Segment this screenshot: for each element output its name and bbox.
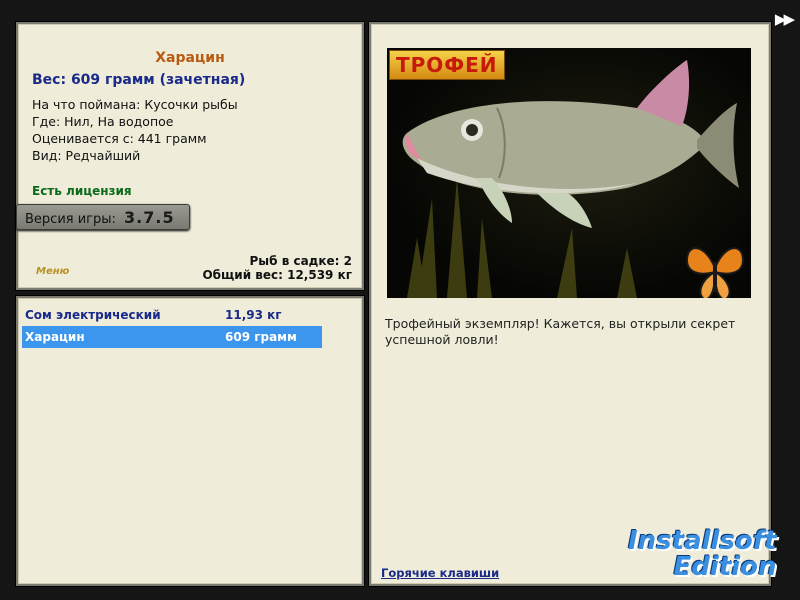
list-item[interactable]: Сом электрический 11,93 кг (22, 304, 322, 326)
hotkeys-link[interactable]: Горячие клавиши (381, 566, 499, 580)
catch-description: Трофейный экземпляр! Кажется, вы открыли… (385, 316, 736, 347)
fish-weight: Вес: 609 грамм (зачетная) (32, 72, 246, 88)
plant-decoration (407, 178, 637, 298)
catch-list: Сом электрический 11,93 кг Харацин 609 г… (22, 304, 322, 348)
fish-illustration (402, 60, 745, 298)
catch-list-panel: Сом электрический 11,93 кг Харацин 609 г… (16, 296, 364, 586)
kind-line: Вид: Редчайший (32, 148, 141, 163)
total-weight: Общий вес: 12,539 кг (202, 268, 352, 282)
version-value: 3.7.5 (124, 208, 175, 227)
license-status: Есть лицензия (32, 184, 132, 198)
version-badge: Версия игры: 3.7.5 (16, 204, 190, 230)
catch-name: Харацин (25, 330, 85, 344)
fish-photo: ТРОФЕЙ (387, 48, 751, 298)
bait-line: На что поймана: Кусочки рыбы (32, 97, 238, 112)
catch-name: Сом электрический (25, 308, 161, 322)
location-line: Где: Нил, На водопое (32, 114, 174, 129)
fish-in-keep: Рыб в садке: 2 (249, 254, 353, 268)
fish-details: На что поймана: Кусочки рыбы Где: Нил, Н… (32, 96, 238, 164)
fish-info-panel: Харацин Вес: 609 грамм (зачетная) На что… (16, 22, 364, 290)
fish-name: Харацин (155, 50, 225, 66)
installsoft-watermark: Installsoft Edition (628, 528, 777, 580)
fish-detail-panel: ТРОФЕЙ Трофейный экземпляр! Кажется, вы … (369, 22, 771, 586)
fast-forward-icon[interactable]: ▶▶ (775, 10, 795, 28)
version-label: Версия игры: (25, 212, 116, 227)
list-item-selected[interactable]: Харацин 609 грамм (22, 326, 322, 348)
fish-shape (402, 60, 739, 228)
menu-button[interactable]: Меню (36, 266, 69, 277)
catch-weight: 609 грамм (225, 330, 297, 344)
butterfly-icon (685, 247, 745, 298)
trophy-label: ТРОФЕЙ (389, 50, 505, 80)
catch-weight: 11,93 кг (225, 308, 282, 322)
rated-line: Оценивается с: 441 грамм (32, 131, 207, 146)
watermark-line1: Installsoft (628, 526, 777, 556)
keep-stats: Рыб в садке: 2 Общий вес: 12,539 кг (202, 254, 352, 282)
watermark-line2: Edition (673, 552, 777, 582)
